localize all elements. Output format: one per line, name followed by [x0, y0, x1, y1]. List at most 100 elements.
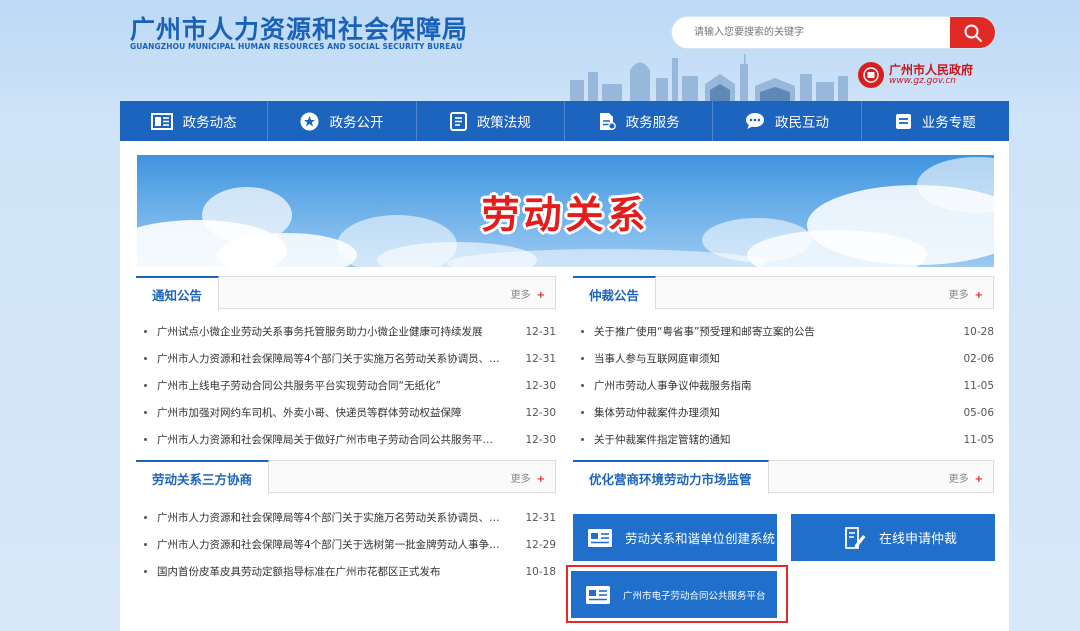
nav-label: 政务服务: [625, 115, 680, 131]
main-nav: 政务动态 政务公开 政策法规 政务服务 政民互动 业务专题: [120, 101, 1009, 141]
search-input[interactable]: [672, 17, 950, 48]
bullet-icon: [581, 411, 584, 414]
highlight-annotation-frame: [566, 565, 788, 623]
id-card-icon: [588, 528, 612, 547]
item-date: 10-18: [525, 565, 556, 578]
book-icon: [449, 111, 467, 131]
item-title: 广州市人力资源和社会保障局等4个部门关于选树第一批金牌劳动人事争…: [157, 539, 500, 551]
search-button[interactable]: [950, 17, 995, 48]
nav-label: 政民互动: [774, 115, 829, 131]
guangzhou-government-logo[interactable]: 广州市人民政府 www.gz.gov.cn: [858, 62, 973, 88]
item-date: 05-06: [963, 406, 994, 419]
bullet-icon: [581, 357, 584, 360]
section-title[interactable]: 优化营商环境劳动力市场监管: [573, 460, 769, 494]
list-item[interactable]: 国内首份皮革皮具劳动定额指导标准在广州市花都区正式发布 10-18: [136, 558, 556, 585]
list-item[interactable]: 关于推广使用“粤省事”预受理和邮寄立案的公告 10-28: [573, 318, 994, 345]
search-icon: [964, 24, 982, 42]
more-link[interactable]: 更多 +: [511, 286, 545, 301]
item-title: 广州市人力资源和社会保障局等4个部门关于实施万名劳动关系协调员、…: [157, 353, 500, 365]
plus-icon: +: [974, 290, 983, 301]
item-title: 广州市人力资源和社会保障局关于做好广州市电子劳动合同公共服务平…: [157, 434, 493, 446]
item-title: 广州市上线电子劳动合同公共服务平台实现劳动合同“无纸化”: [157, 380, 441, 392]
harmonious-unit-system-button[interactable]: 劳动关系和谐单位创建系统: [573, 514, 777, 561]
nav-item-government-services[interactable]: 政务服务: [565, 101, 714, 141]
arbitration-list: 关于推广使用“粤省事”预受理和邮寄立案的公告 10-28 当事人参与互联网庭审须知…: [573, 318, 994, 453]
bullet-icon: [144, 357, 147, 360]
document-icon: [599, 112, 616, 130]
site-subtitle-en: GUANGZHOU MUNICIPAL HUMAN RESOURCES AND …: [130, 42, 463, 51]
site-title[interactable]: 广州市人力资源和社会保障局: [130, 10, 468, 46]
item-date: 12-30: [525, 433, 556, 446]
nav-item-government-news[interactable]: 政务动态: [120, 101, 269, 141]
bullet-icon: [144, 411, 147, 414]
section-title[interactable]: 劳动关系三方协商: [136, 460, 270, 494]
item-date: 12-29: [525, 538, 556, 551]
edit-document-icon: [845, 526, 866, 549]
plus-icon: +: [536, 474, 545, 485]
list-item[interactable]: 广州市劳动人事争议仲裁服务指南 11-05: [573, 372, 994, 399]
notice-list: 广州试点小微企业劳动关系事务托管服务助力小微企业健康可持续发展 12-31 广州市…: [136, 318, 556, 453]
section-header-arbitration: 仲裁公告 更多 +: [573, 276, 994, 310]
list-item[interactable]: 当事人参与互联网庭审须知 02-06: [573, 345, 994, 372]
list-item[interactable]: 广州试点小微企业劳动关系事务托管服务助力小微企业健康可持续发展 12-31: [136, 318, 556, 345]
bullet-icon: [144, 516, 147, 519]
section-title[interactable]: 仲裁公告: [573, 276, 657, 310]
banner: 劳动关系: [137, 155, 994, 267]
item-title: 集体劳动仲裁案件办理须知: [594, 407, 720, 419]
list-item[interactable]: 广州市人力资源和社会保障局等4个部门关于实施万名劳动关系协调员、… 12-31: [136, 504, 556, 531]
bullet-icon: [581, 330, 584, 333]
list-item[interactable]: 广州市人力资源和社会保障局等4个部门关于实施万名劳动关系协调员、… 12-31: [136, 345, 556, 372]
button-label: 在线申请仲裁: [879, 532, 958, 547]
section-title[interactable]: 通知公告: [136, 276, 220, 310]
list-item[interactable]: 广州市上线电子劳动合同公共服务平台实现劳动合同“无纸化” 12-30: [136, 372, 556, 399]
item-title: 国内首份皮革皮具劳动定额指导标准在广州市花都区正式发布: [157, 566, 441, 578]
gov-url: www.gz.gov.cn: [889, 75, 956, 86]
list-item[interactable]: 广州市人力资源和社会保障局等4个部门关于选树第一批金牌劳动人事争… 12-29: [136, 531, 556, 558]
section-header-market-supervision: 优化营商环境劳动力市场监管 更多 +: [573, 460, 994, 494]
nav-item-government-disclosure[interactable]: 政务公开: [268, 101, 417, 141]
nav-item-public-interaction[interactable]: 政民互动: [713, 101, 862, 141]
more-link[interactable]: 更多 +: [949, 286, 983, 301]
item-date: 02-06: [963, 352, 994, 365]
item-date: 12-30: [525, 379, 556, 392]
site-header: 广州市人力资源和社会保障局 GUANGZHOU MUNICIPAL HUMAN …: [0, 0, 1080, 101]
nav-item-special-topics[interactable]: 业务专题: [862, 101, 1009, 141]
nav-item-policies-regulations[interactable]: 政策法规: [417, 101, 565, 141]
star-icon: [300, 112, 319, 130]
bullet-icon: [144, 384, 147, 387]
nav-label: 政务动态: [182, 115, 237, 131]
item-title: 广州试点小微企业劳动关系事务托管服务助力小微企业健康可持续发展: [157, 326, 483, 338]
nav-label: 业务专题: [921, 115, 976, 131]
nav-label: 政务公开: [329, 115, 384, 131]
item-date: 10-28: [963, 325, 994, 338]
bullet-icon: [581, 438, 584, 441]
plus-icon: +: [974, 474, 983, 485]
bullet-icon: [581, 384, 584, 387]
search-box: [672, 17, 995, 48]
banner-title: 劳动关系: [481, 192, 650, 237]
more-link[interactable]: 更多 +: [511, 470, 545, 485]
section-header-notice: 通知公告 更多 +: [136, 276, 556, 310]
item-date: 12-30: [525, 406, 556, 419]
list-icon: [895, 113, 911, 129]
gov-name: 广州市人民政府: [889, 62, 974, 77]
plus-icon: +: [536, 290, 545, 301]
bullet-icon: [144, 570, 147, 573]
list-item[interactable]: 广州市加强对网约车司机、外卖小哥、快递员等群体劳动权益保障 12-30: [136, 399, 556, 426]
city-skyline-illustration: [570, 54, 848, 101]
item-date: 11-05: [963, 433, 994, 446]
chat-icon: [745, 113, 764, 129]
list-item[interactable]: 广州市人力资源和社会保障局关于做好广州市电子劳动合同公共服务平… 12-30: [136, 426, 556, 453]
item-title: 关于仲裁案件指定管辖的通知: [594, 434, 731, 446]
list-item[interactable]: 关于仲裁案件指定管辖的通知 11-05: [573, 426, 994, 453]
online-arbitration-button[interactable]: 在线申请仲裁: [791, 514, 995, 561]
item-title: 当事人参与互联网庭审须知: [594, 353, 720, 365]
bullet-icon: [144, 438, 147, 441]
list-item[interactable]: 集体劳动仲裁案件办理须知 05-06: [573, 399, 994, 426]
item-date: 12-31: [525, 511, 556, 524]
more-link[interactable]: 更多 +: [949, 470, 983, 485]
bullet-icon: [144, 330, 147, 333]
nav-label: 政策法规: [476, 115, 531, 131]
bullet-icon: [144, 543, 147, 546]
item-date: 12-31: [525, 352, 556, 365]
